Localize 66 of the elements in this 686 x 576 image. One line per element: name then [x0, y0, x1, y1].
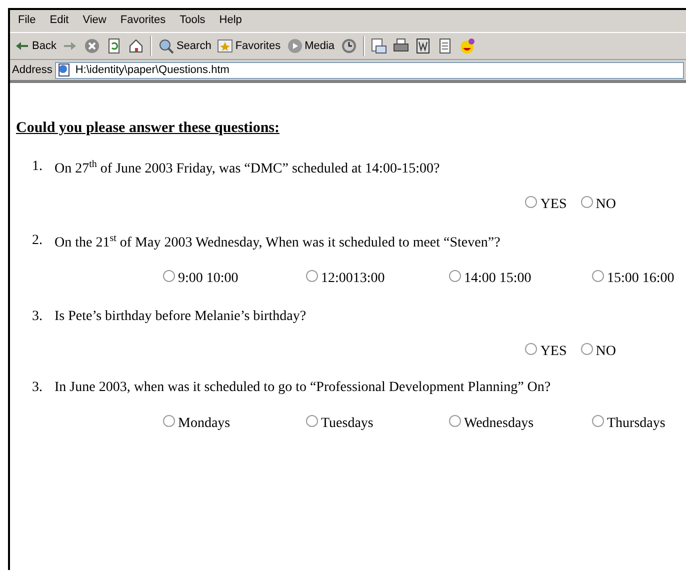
menu-item[interactable]: Favorites — [120, 13, 166, 27]
heading: Could you please answer these questions: — [16, 120, 281, 137]
radio-button[interactable] — [449, 270, 461, 282]
address-field[interactable]: H:\identity\paper\Questions.htm — [55, 62, 684, 78]
question-number: 1. — [32, 159, 42, 176]
smiley-icon — [458, 38, 475, 54]
question-text: On the 21$^{st}$ of May 2003 Wednesday, When was it scheduled to meet “Steven”? — [54, 232, 500, 252]
menu-item[interactable]: Tools — [180, 13, 206, 27]
radio-button[interactable] — [525, 343, 538, 356]
mail-button[interactable] — [370, 38, 387, 54]
question-text: Is Pete’s birthday before Melanie’s birthday? — [54, 309, 306, 326]
radio-button[interactable] — [306, 270, 318, 282]
radio-button[interactable] — [580, 343, 593, 356]
printer-button[interactable] — [392, 38, 409, 54]
option-label: 14:00 15:00 — [464, 271, 532, 288]
radio-button[interactable] — [592, 415, 604, 428]
stop-button[interactable] — [84, 38, 100, 54]
page-icon — [436, 38, 453, 54]
option-label: 15:00 16:00 — [607, 271, 674, 288]
option-label: YES — [540, 196, 567, 213]
option-label: Thursdays — [607, 416, 666, 432]
question-text: On 27$^{th}$ of June 2003 Friday, was “DMC” scheduled at 14:00-15:00? — [54, 159, 440, 178]
search-button[interactable]: Search — [158, 38, 212, 54]
option-label: 12:0013:00 — [321, 271, 385, 288]
back-button[interactable]: Back — [14, 38, 56, 54]
radio-button[interactable] — [580, 196, 593, 208]
menu-item[interactable]: Edit — [50, 13, 69, 27]
option-label: 9:00 10:00 — [178, 271, 238, 288]
home-button[interactable] — [128, 38, 144, 54]
page-icon — [57, 63, 72, 77]
printer-icon — [392, 38, 409, 54]
option-label: NO — [596, 344, 616, 360]
document-icon — [414, 38, 431, 54]
clock-button[interactable] — [340, 38, 357, 54]
menu-item[interactable]: View — [82, 13, 106, 27]
document-button[interactable] — [414, 38, 431, 54]
option-label: Mondays — [178, 416, 230, 432]
option-label: YES — [540, 344, 567, 360]
menu-item[interactable]: File — [18, 13, 36, 27]
radio-button[interactable] — [163, 270, 175, 282]
option-label: NO — [596, 196, 616, 213]
radio-button[interactable] — [306, 415, 318, 428]
question-number: 2. — [32, 232, 42, 250]
option-label: Wednesdays — [464, 416, 534, 432]
mail-icon — [370, 38, 387, 54]
refresh-button[interactable] — [106, 38, 122, 54]
menu-item[interactable]: Help — [219, 13, 242, 27]
media-icon — [286, 38, 303, 54]
address-label: Address — [12, 64, 52, 76]
radio-button[interactable] — [449, 415, 461, 428]
radio-button[interactable] — [163, 415, 175, 428]
radio-button[interactable] — [525, 196, 538, 208]
home-icon — [128, 38, 144, 54]
question-number: 3. — [32, 309, 42, 326]
stop-icon — [84, 38, 100, 54]
option-label: Tuesdays — [321, 416, 374, 432]
question-text: In June 2003, when was it scheduled to go to “Professional Development Planning” On? — [54, 380, 551, 396]
media-button[interactable]: Media — [286, 38, 335, 54]
question-number: 3. — [32, 380, 42, 396]
smiley-button[interactable] — [458, 38, 475, 54]
search-icon — [158, 38, 174, 54]
refresh-icon — [106, 38, 122, 54]
clock-icon — [340, 38, 357, 54]
page-button[interactable] — [436, 38, 453, 54]
radio-button[interactable] — [592, 270, 604, 282]
favorites-button[interactable]: Favorites — [217, 38, 281, 54]
